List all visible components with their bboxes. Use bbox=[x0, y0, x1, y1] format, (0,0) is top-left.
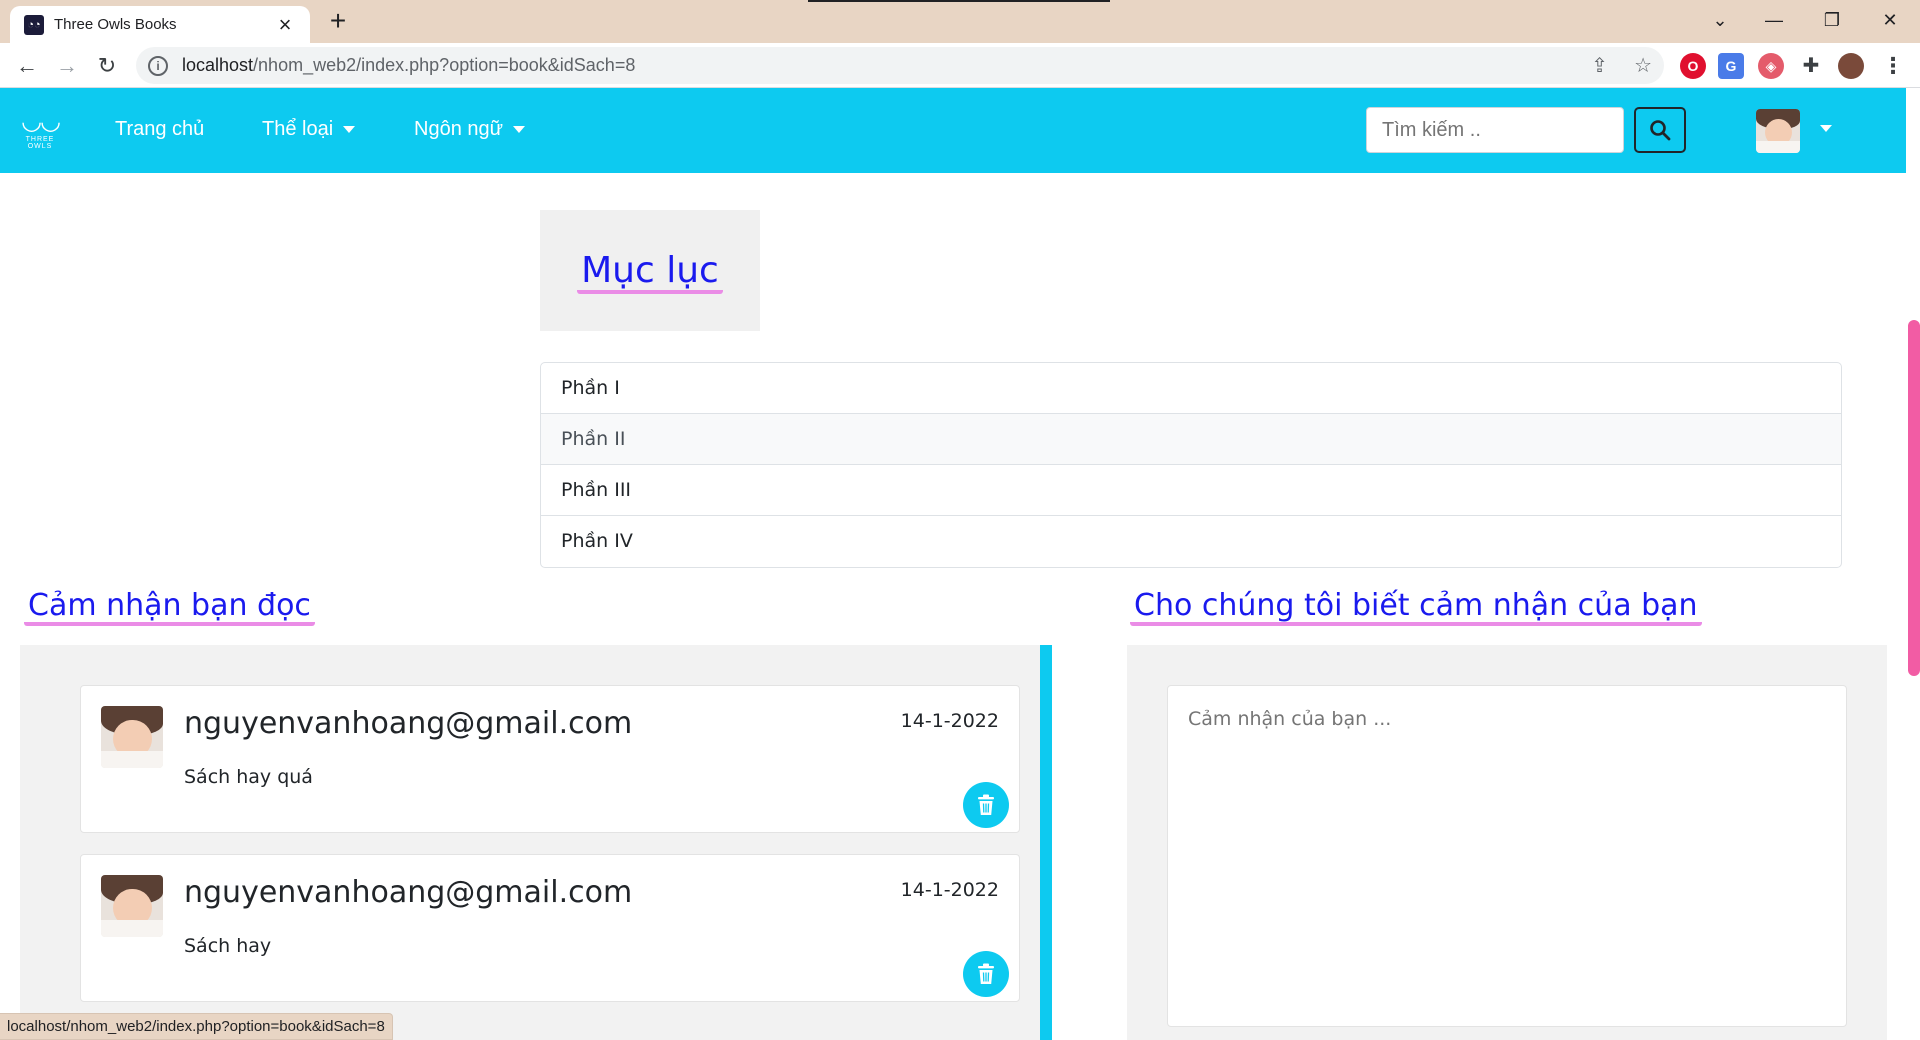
reviewer-email: nguyenvanhoang@gmail.com bbox=[184, 875, 633, 910]
reviewer-avatar bbox=[101, 875, 163, 937]
search-input[interactable] bbox=[1366, 107, 1624, 153]
reviews-scroll-bar[interactable] bbox=[1040, 645, 1052, 1040]
search-icon bbox=[1650, 120, 1671, 141]
owl-favicon-icon: ◔◔ bbox=[24, 14, 44, 35]
extensions-puzzle-icon[interactable]: ✚ bbox=[1798, 53, 1824, 79]
back-arrow-icon[interactable]: ← bbox=[10, 49, 44, 83]
site-info-icon[interactable]: i bbox=[148, 55, 168, 76]
tab-title: Three Owls Books bbox=[54, 16, 177, 33]
forward-arrow-icon[interactable]: → bbox=[50, 49, 84, 83]
review-date: 14-1-2022 bbox=[900, 710, 999, 732]
search-button[interactable] bbox=[1634, 107, 1686, 153]
nav-genre-dropdown[interactable]: Thể loại bbox=[262, 118, 356, 141]
trash-icon bbox=[978, 794, 994, 815]
caret-down-icon bbox=[513, 126, 526, 134]
browser-toolbar: ← → ↻ i localhost/nhom_web2/index.php?op… bbox=[0, 43, 1920, 88]
review-card: nguyenvanhoang@gmail.com 14-1-2022 Sách … bbox=[80, 685, 1020, 833]
owl-eyes-icon: ◡◡ bbox=[21, 107, 61, 135]
trash-icon bbox=[978, 963, 994, 984]
review-text: Sách hay quá bbox=[184, 766, 313, 788]
delete-review-button[interactable] bbox=[963, 782, 1009, 828]
browser-menu-icon[interactable]: ⋮ bbox=[1880, 53, 1906, 79]
minimize-button[interactable]: — bbox=[1754, 4, 1794, 36]
profile-avatar-icon[interactable] bbox=[1838, 53, 1864, 79]
browser-tab-strip: ◔◔ Three Owls Books × + ⌄ — ❐ ✕ bbox=[0, 0, 1920, 43]
user-menu-caret-icon[interactable] bbox=[1820, 125, 1832, 132]
bookmark-star-icon[interactable]: ☆ bbox=[1634, 53, 1652, 78]
restore-button[interactable]: ❐ bbox=[1812, 4, 1852, 36]
new-tab-button[interactable]: + bbox=[322, 6, 354, 38]
url-path: /nhom_web2/index.php?option=book&idSach=… bbox=[253, 55, 636, 75]
user-avatar[interactable] bbox=[1756, 109, 1800, 153]
review-card: nguyenvanhoang@gmail.com 14-1-2022 Sách … bbox=[80, 854, 1020, 1002]
nav-genre-label: Thể loại bbox=[262, 118, 334, 140]
toc-item-4[interactable]: Phần IV bbox=[541, 516, 1841, 567]
feedback-panel bbox=[1127, 645, 1887, 1040]
site-navbar: ◡◡ THREE OWLS Trang chủ Thể loại Ngôn ng… bbox=[0, 88, 1906, 173]
reviewer-email: nguyenvanhoang@gmail.com bbox=[184, 706, 633, 741]
review-text: Sách hay bbox=[184, 935, 272, 957]
caret-down-icon bbox=[343, 126, 356, 134]
page-scrollbar-thumb[interactable] bbox=[1908, 320, 1920, 676]
feedback-heading: Cho chúng tôi biết cảm nhận của bạn bbox=[1130, 590, 1702, 626]
feedback-textarea[interactable] bbox=[1167, 685, 1847, 1027]
toc-item-3[interactable]: Phần III bbox=[541, 465, 1841, 516]
tab-close-icon[interactable]: × bbox=[274, 13, 296, 35]
status-url-bubble: localhost/nhom_web2/index.php?option=boo… bbox=[0, 1013, 393, 1040]
reviewer-avatar bbox=[101, 706, 163, 768]
address-bar[interactable]: i localhost/nhom_web2/index.php?option=b… bbox=[136, 47, 1664, 84]
toc-list: Phần I Phần II Phần III Phần IV bbox=[540, 362, 1842, 568]
reload-icon[interactable]: ↻ bbox=[90, 49, 124, 83]
browser-tab[interactable]: ◔◔ Three Owls Books × bbox=[10, 6, 310, 43]
url-text[interactable]: localhost/nhom_web2/index.php?option=boo… bbox=[182, 55, 1565, 76]
toc-title: Mục lục bbox=[577, 252, 723, 294]
translate-extension-icon[interactable]: G bbox=[1718, 53, 1744, 79]
reviews-heading: Cảm nhận bạn đọc bbox=[24, 590, 315, 626]
opera-extension-icon[interactable]: O bbox=[1680, 53, 1706, 79]
logo-text: THREE OWLS bbox=[25, 136, 55, 150]
shield-extension-icon[interactable]: ◈ bbox=[1758, 53, 1784, 79]
review-date: 14-1-2022 bbox=[900, 879, 999, 901]
reviews-panel: nguyenvanhoang@gmail.com 14-1-2022 Sách … bbox=[20, 645, 1052, 1040]
delete-review-button[interactable] bbox=[963, 951, 1009, 997]
nav-language-dropdown[interactable]: Ngôn ngữ bbox=[414, 118, 526, 141]
toc-item-1[interactable]: Phần I bbox=[541, 363, 1841, 414]
share-icon[interactable]: ⇪ bbox=[1591, 53, 1608, 78]
nav-language-label: Ngôn ngữ bbox=[414, 118, 504, 140]
url-host: localhost bbox=[182, 55, 254, 75]
close-window-button[interactable]: ✕ bbox=[1870, 4, 1910, 36]
tab-search-chevron-icon[interactable]: ⌄ bbox=[1700, 4, 1740, 36]
site-logo[interactable]: ◡◡ THREE OWLS bbox=[14, 106, 66, 154]
tab-strip-accent-line bbox=[808, 0, 1110, 2]
toc-heading-box: Mục lục bbox=[540, 210, 760, 331]
toc-item-2[interactable]: Phần II bbox=[541, 414, 1841, 465]
nav-home-link[interactable]: Trang chủ bbox=[115, 118, 204, 141]
